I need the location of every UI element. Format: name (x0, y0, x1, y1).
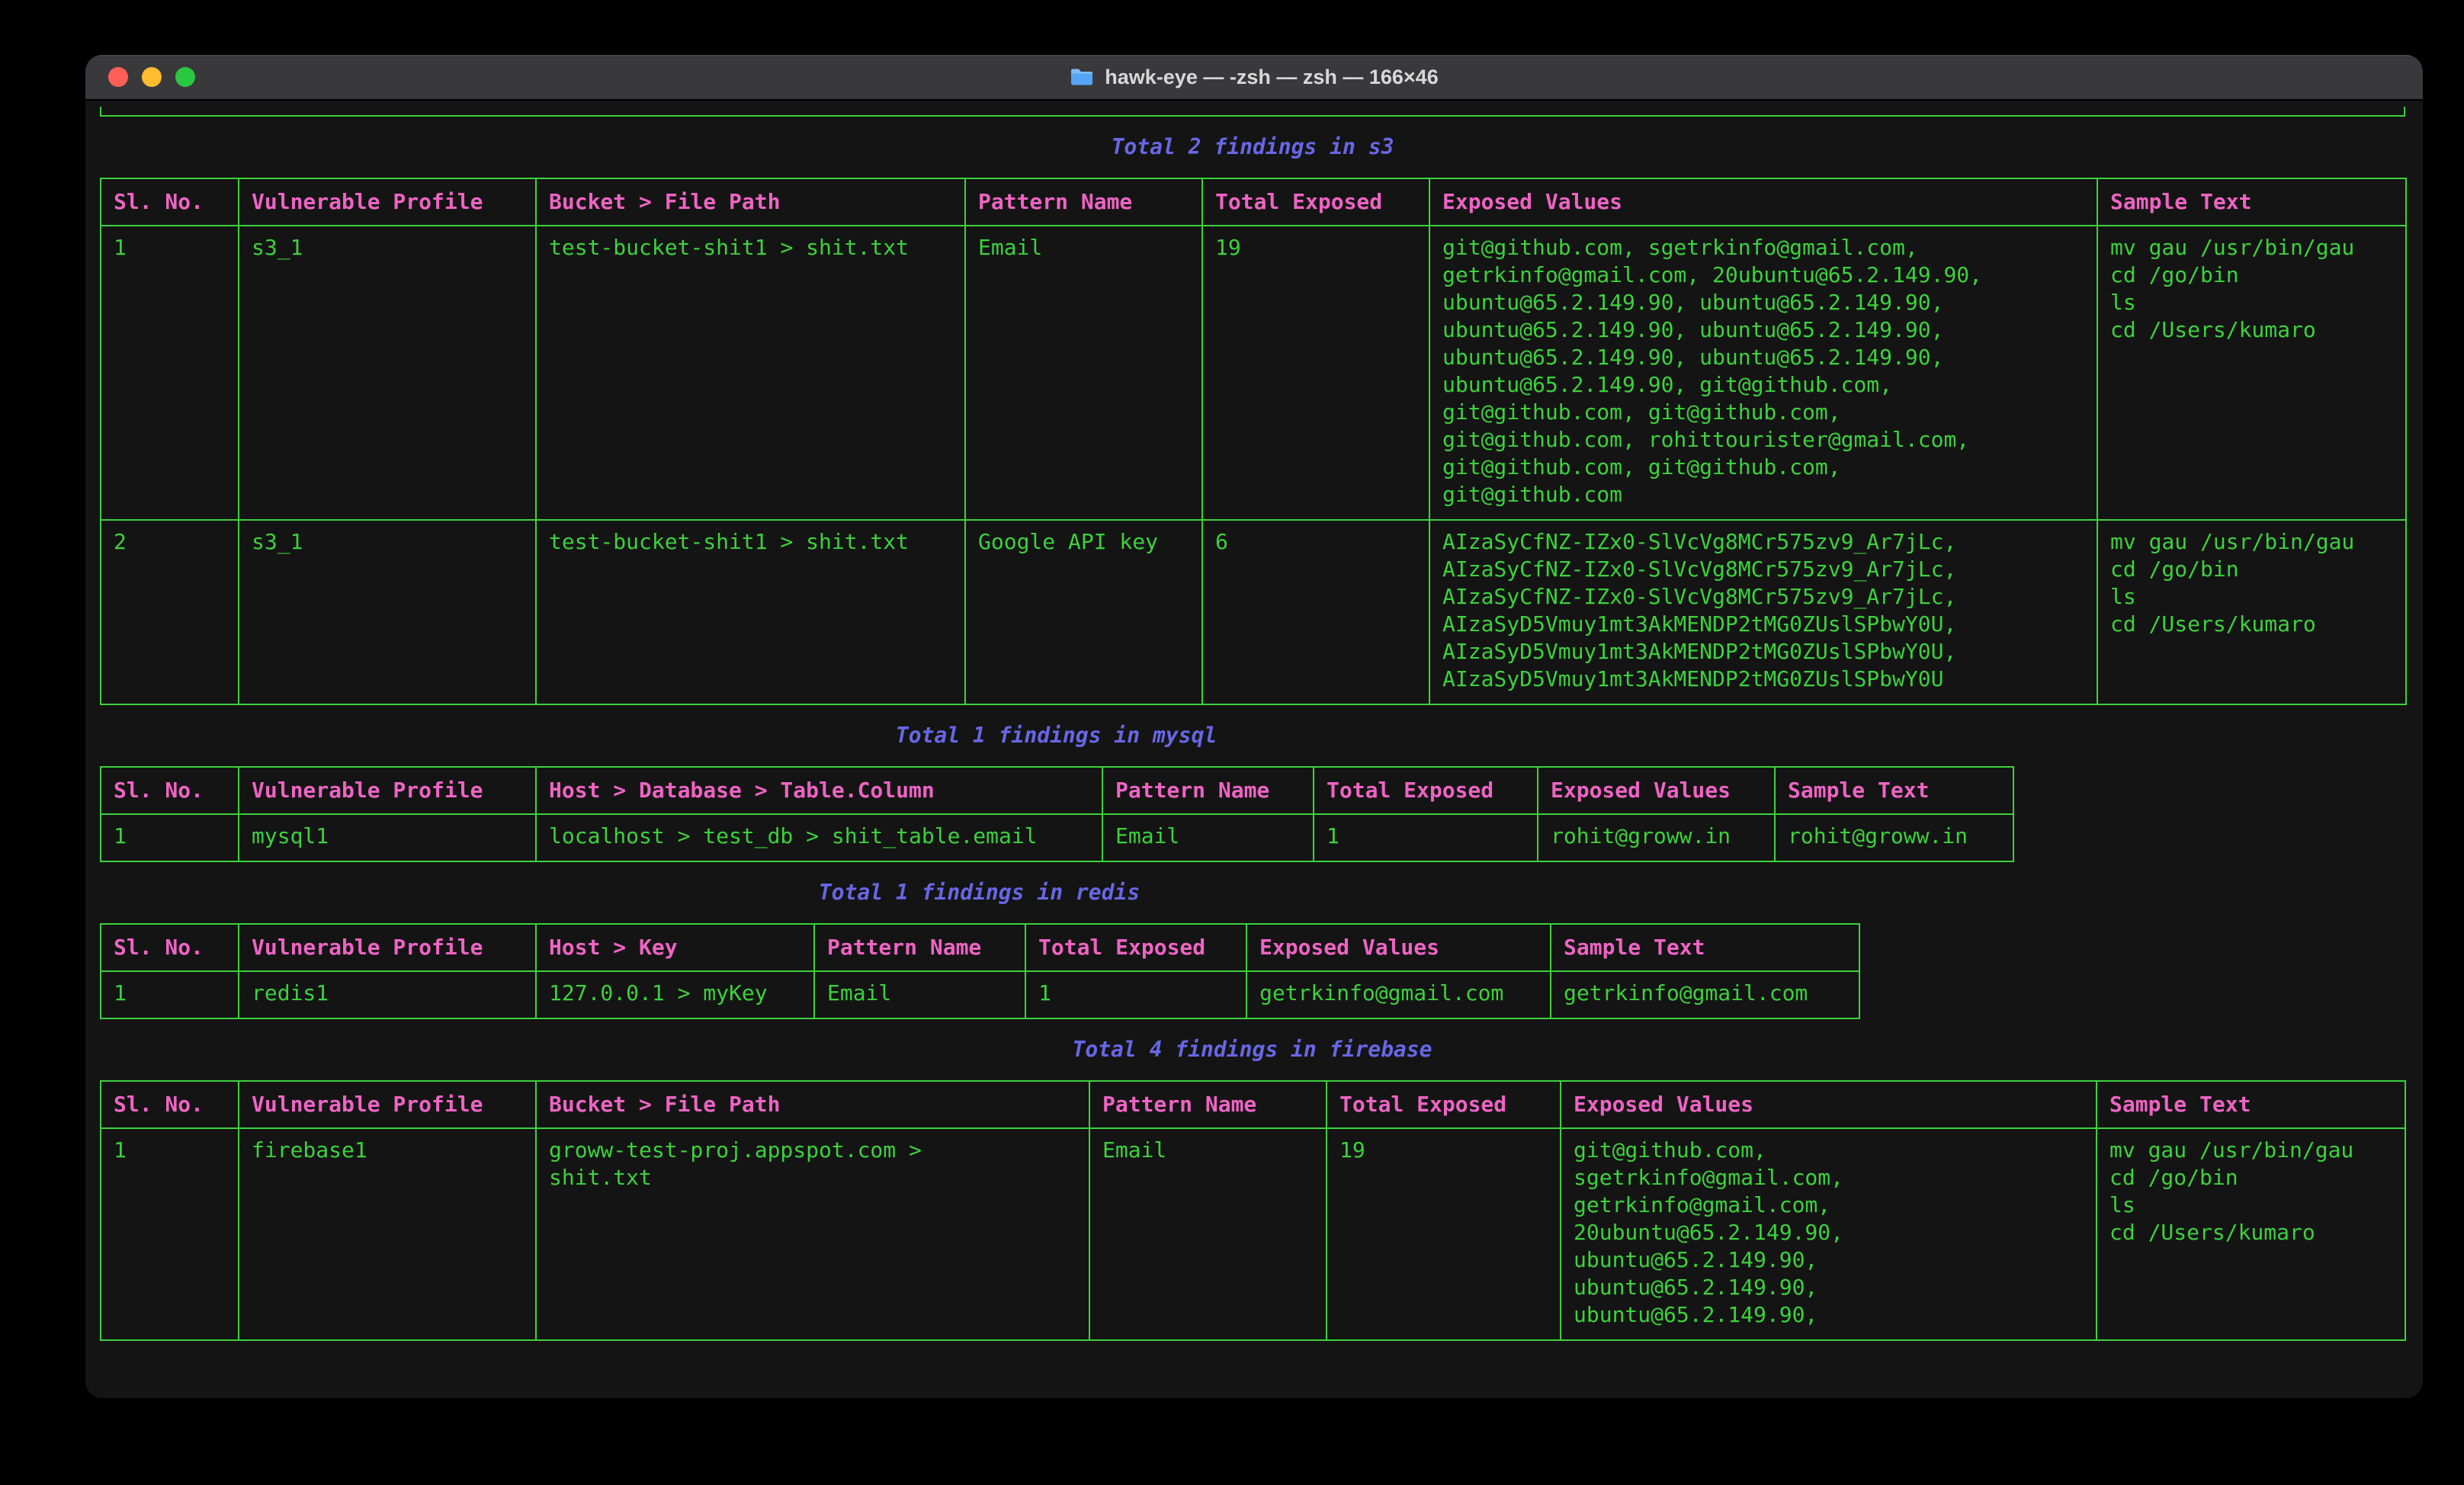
column-header: Vulnerable Profile (239, 924, 536, 971)
table-row: 1firebase1groww-test-proj.appspot.com > … (101, 1128, 2405, 1340)
table-cell: 1 (101, 226, 239, 520)
column-header: Bucket > File Path (536, 178, 965, 226)
table-cell: AIzaSyCfNZ-IZx0-SlVcVg8MCr575zv9_Ar7jLc,… (1429, 520, 2097, 704)
table-cell: Google API key (965, 520, 1202, 704)
column-header: Sl. No. (101, 924, 239, 971)
table-cell: git@github.com, sgetrkinfo@gmail.com, ge… (1429, 226, 2097, 520)
section-title-redis: Total 1 findings in redis (100, 879, 1859, 906)
minimize-button[interactable] (142, 67, 162, 87)
header-row: Sl. No.Vulnerable ProfileBucket > File P… (101, 178, 2406, 226)
traffic-lights (108, 55, 195, 99)
column-header: Total Exposed (1202, 178, 1429, 226)
header-row: Sl. No.Vulnerable ProfileBucket > File P… (101, 1081, 2405, 1128)
table-cell: git@github.com, sgetrkinfo@gmail.com, ge… (1561, 1128, 2097, 1340)
title-bar[interactable]: hawk-eye — -zsh — zsh — 166×46 (85, 55, 2423, 101)
column-header: Sl. No. (101, 178, 239, 226)
findings-table-firebase: Sl. No.Vulnerable ProfileBucket > File P… (100, 1080, 2406, 1341)
terminal-window: hawk-eye — -zsh — zsh — 166×46 Total 2 f… (85, 55, 2423, 1398)
column-header: Sample Text (1551, 924, 1859, 971)
table-cell: 19 (1327, 1128, 1561, 1340)
header-row: Sl. No.Vulnerable ProfileHost > KeyPatte… (101, 924, 1859, 971)
table-cell: 2 (101, 520, 239, 704)
column-header: Vulnerable Profile (239, 767, 536, 814)
column-header: Exposed Values (1561, 1081, 2097, 1128)
column-header: Pattern Name (1089, 1081, 1327, 1128)
table-cell: 1 (101, 971, 239, 1018)
header-row: Sl. No.Vulnerable ProfileHost > Database… (101, 767, 2013, 814)
findings-section-mysql: Total 1 findings in mysql Sl. No.Vulnera… (100, 722, 2013, 862)
column-header: Sample Text (2097, 178, 2406, 226)
column-header: Sample Text (1775, 767, 2013, 814)
table-cell: 1 (1314, 814, 1538, 861)
column-header: Sl. No. (101, 1081, 239, 1128)
table-cell: 1 (101, 1128, 239, 1340)
close-button[interactable] (108, 67, 128, 87)
column-header: Total Exposed (1025, 924, 1246, 971)
table-row: 1redis1127.0.0.1 > myKeyEmail1getrkinfo@… (101, 971, 1859, 1018)
findings-table-s3: Sl. No.Vulnerable ProfileBucket > File P… (100, 178, 2407, 705)
section-title-firebase: Total 4 findings in firebase (100, 1036, 2405, 1063)
column-header: Host > Database > Table.Column (536, 767, 1102, 814)
column-header: Sl. No. (101, 767, 239, 814)
table-row: 2s3_1test-bucket-shit1 > shit.txtGoogle … (101, 520, 2406, 704)
column-header: Exposed Values (1538, 767, 1775, 814)
section-title-s3: Total 2 findings in s3 (100, 133, 2405, 161)
table-cell: Email (965, 226, 1202, 520)
table-cell: 1 (1025, 971, 1246, 1018)
table-cell: mv gau /usr/bin/gau cd /go/bin ls cd /Us… (2097, 520, 2406, 704)
column-header: Sample Text (2097, 1081, 2405, 1128)
window-title-text: hawk-eye — -zsh — zsh — 166×46 (1105, 66, 1438, 89)
findings-section-s3: Total 2 findings in s3 Sl. No.Vulnerable… (100, 133, 2405, 705)
truncated-table-bottom-border (100, 107, 2405, 117)
table-cell: s3_1 (239, 226, 536, 520)
table-cell: 6 (1202, 520, 1429, 704)
column-header: Pattern Name (1102, 767, 1314, 814)
table-row: 1mysql1localhost > test_db > shit_table.… (101, 814, 2013, 861)
table-cell: 127.0.0.1 > myKey (536, 971, 814, 1018)
column-header: Pattern Name (814, 924, 1025, 971)
findings-table-redis: Sl. No.Vulnerable ProfileHost > KeyPatte… (100, 923, 1860, 1019)
column-header: Total Exposed (1314, 767, 1538, 814)
table-cell: test-bucket-shit1 > shit.txt (536, 520, 965, 704)
table-row: 1s3_1test-bucket-shit1 > shit.txtEmail19… (101, 226, 2406, 520)
column-header: Vulnerable Profile (239, 1081, 536, 1128)
table-cell: mv gau /usr/bin/gau cd /go/bin ls cd /Us… (2097, 1128, 2405, 1340)
table-cell: 1 (101, 814, 239, 861)
desktop-background: { "window": { "title": "hawk-eye — -zsh … (0, 0, 2464, 1485)
table-cell: firebase1 (239, 1128, 536, 1340)
table-cell: test-bucket-shit1 > shit.txt (536, 226, 965, 520)
table-cell: getrkinfo@gmail.com (1246, 971, 1551, 1018)
table-cell: rohit@groww.in (1538, 814, 1775, 861)
table-cell: rohit@groww.in (1775, 814, 2013, 861)
column-header: Vulnerable Profile (239, 178, 536, 226)
table-cell: getrkinfo@gmail.com (1551, 971, 1859, 1018)
column-header: Pattern Name (965, 178, 1202, 226)
folder-icon (1070, 67, 1094, 87)
findings-section-redis: Total 1 findings in redis Sl. No.Vulnera… (100, 879, 1859, 1019)
findings-section-firebase: Total 4 findings in firebase Sl. No.Vuln… (100, 1036, 2405, 1341)
table-cell: mv gau /usr/bin/gau cd /go/bin ls cd /Us… (2097, 226, 2406, 520)
table-cell: Email (1089, 1128, 1327, 1340)
column-header: Exposed Values (1246, 924, 1551, 971)
terminal-content[interactable]: Total 2 findings in s3 Sl. No.Vulnerable… (85, 101, 2423, 1397)
table-cell: localhost > test_db > shit_table.email (536, 814, 1102, 861)
table-cell: Email (1102, 814, 1314, 861)
column-header: Bucket > File Path (536, 1081, 1089, 1128)
column-header: Total Exposed (1327, 1081, 1561, 1128)
zoom-button[interactable] (175, 67, 195, 87)
table-cell: redis1 (239, 971, 536, 1018)
section-title-mysql: Total 1 findings in mysql (100, 722, 2013, 749)
window-title: hawk-eye — -zsh — zsh — 166×46 (1070, 66, 1438, 89)
findings-table-mysql: Sl. No.Vulnerable ProfileHost > Database… (100, 766, 2014, 862)
table-cell: Email (814, 971, 1025, 1018)
table-cell: groww-test-proj.appspot.com > shit.txt (536, 1128, 1089, 1340)
table-cell: s3_1 (239, 520, 536, 704)
table-cell: mysql1 (239, 814, 536, 861)
column-header: Exposed Values (1429, 178, 2097, 226)
table-cell: 19 (1202, 226, 1429, 520)
column-header: Host > Key (536, 924, 814, 971)
